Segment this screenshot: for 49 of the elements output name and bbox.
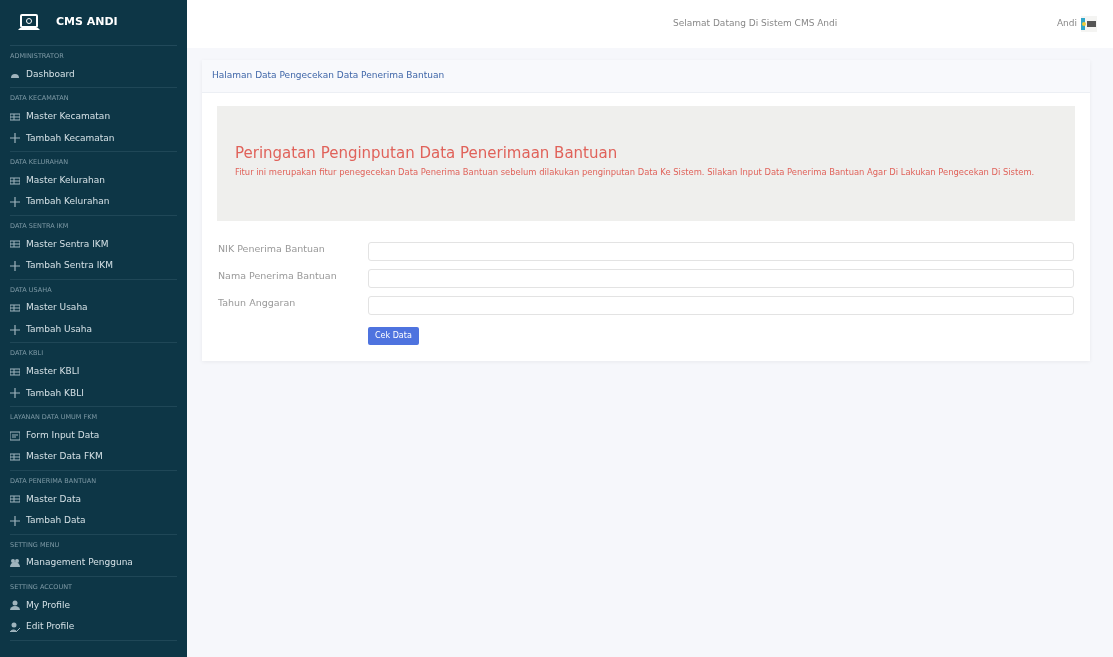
sidebar-item[interactable]: Master KBLI <box>10 361 177 383</box>
plus-icon <box>10 324 20 335</box>
sidebar-item[interactable]: Edit Profile <box>10 616 177 638</box>
user-edit-icon <box>10 621 20 632</box>
field-label: NIK Penerima Bantuan <box>218 241 326 256</box>
table-icon <box>10 452 20 462</box>
laptop-icon <box>18 13 40 32</box>
table-icon <box>10 239 20 250</box>
sidebar-item[interactable]: Master Usaha <box>10 297 177 319</box>
sidebar-item[interactable]: Master Sentra IKM <box>10 233 177 255</box>
plus-icon <box>10 260 20 271</box>
sidebar-item[interactable]: Dashboard <box>10 63 177 86</box>
input-field[interactable] <box>368 241 1074 261</box>
users-icon <box>10 558 20 568</box>
brand-title: CMS ANDI <box>56 14 118 31</box>
user-icon <box>10 600 20 611</box>
table-icon <box>10 175 20 186</box>
plus-icon <box>10 197 20 207</box>
input-field[interactable] <box>368 295 1074 315</box>
warning-title: Peringatan Penginputan Data Penerimaan Bantuan <box>235 143 619 162</box>
table-icon <box>10 494 20 505</box>
plus-icon <box>10 133 20 144</box>
table-icon <box>10 111 20 122</box>
plus-icon <box>10 388 20 399</box>
sidebar-item[interactable]: Tambah Sentra IKM <box>10 255 177 277</box>
warning-text: Fitur ini merupakan fitur penegecekan Data Penerima Bantuan sebelum dilakukan penginputan Data Ke Sistem. Silakan Input Data Penerima Bantuan Agar Di Lakukan Pengecekan Di Sistem. <box>235 165 1036 179</box>
sidebar-item[interactable]: Form Input Data <box>10 424 177 447</box>
sidebar-item[interactable]: Management Pengguna <box>10 552 177 574</box>
sidebar-item[interactable]: Tambah Usaha <box>10 318 177 341</box>
welcome-text: Selamat Datang Di Sistem CMS Andi <box>673 17 838 31</box>
sidebar-item[interactable]: Tambah Kelurahan <box>10 191 177 213</box>
card-header: Halaman Data Pengecekan Data Penerima Bantuan <box>202 60 1090 93</box>
sidebar-item[interactable]: Tambah KBLI <box>10 382 177 404</box>
user-name[interactable]: Andi <box>1056 17 1077 31</box>
table-icon <box>10 366 20 377</box>
sidebar-item[interactable]: Master Kelurahan <box>10 169 177 192</box>
sidebar-item[interactable]: Tambah Data <box>10 510 177 532</box>
field-label: Tahun Anggaran <box>218 295 297 310</box>
sidebar-item[interactable]: Master Data FKM <box>10 446 177 468</box>
field-label: Nama Penerima Bantuan <box>218 268 338 283</box>
sidebar-item[interactable]: My Profile <box>10 594 177 616</box>
check-button[interactable]: Cek Data <box>368 326 419 345</box>
sidebar-item[interactable]: Master Kecamatan <box>10 106 177 128</box>
sidebar-item[interactable]: Tambah Kecamatan <box>10 127 177 149</box>
form-icon <box>10 430 20 441</box>
sidebar-item[interactable]: Master Data <box>10 488 177 510</box>
table-icon <box>10 303 20 313</box>
input-field[interactable] <box>368 268 1074 288</box>
plus-icon <box>10 515 20 526</box>
